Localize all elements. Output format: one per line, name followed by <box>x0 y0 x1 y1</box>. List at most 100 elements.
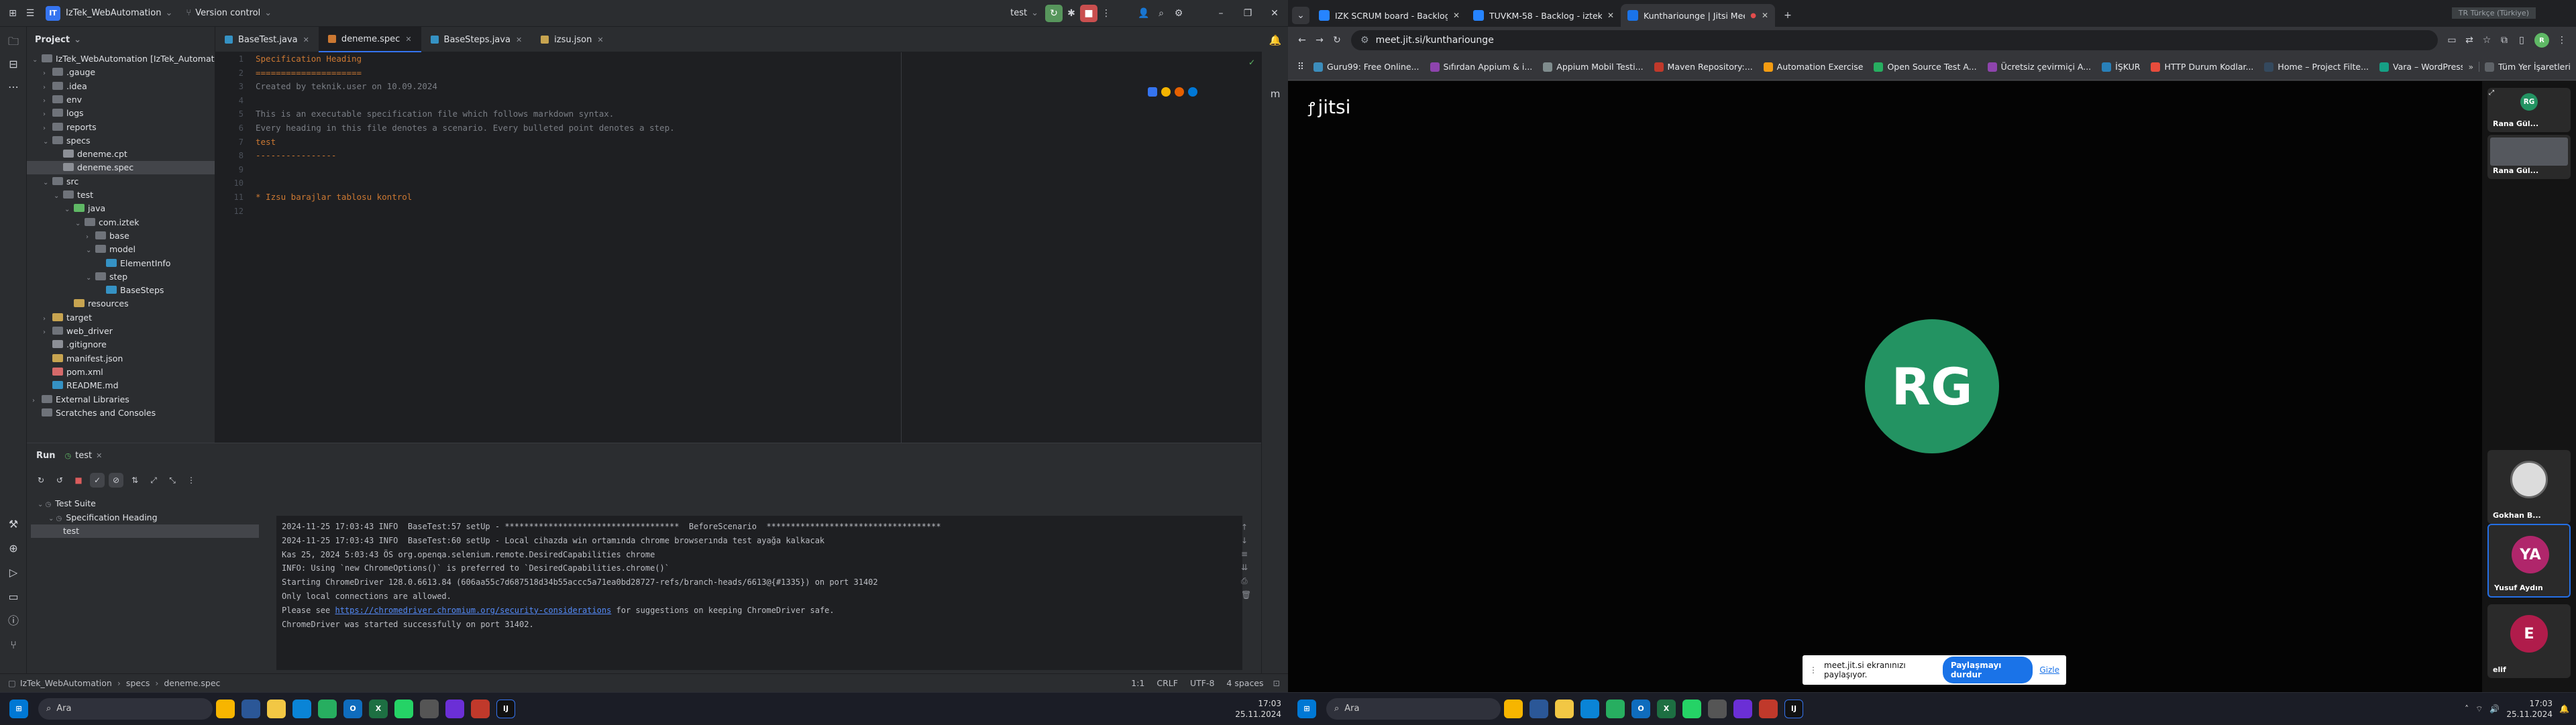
notifications-icon[interactable]: 🔔 <box>2559 704 2569 714</box>
tree-item[interactable]: ⌄ src <box>27 175 215 188</box>
participant-tile[interactable]: RG Rana Gül... <box>2487 88 2571 132</box>
bookmark-item[interactable]: Appium Mobil Testi... <box>1538 62 1648 72</box>
stop-sharing-button[interactable]: Paylaşmayı durdur <box>1942 657 2033 683</box>
close-icon[interactable]: ✕ <box>96 451 102 460</box>
start-windows-icon[interactable]: ⊞ <box>1297 699 1316 718</box>
forward-icon[interactable]: → <box>1311 32 1328 49</box>
run-tool-icon[interactable]: ▷ <box>5 565 21 581</box>
tree-item[interactable]: ElementInfo <box>27 257 215 270</box>
notepad-icon[interactable] <box>420 699 439 718</box>
console-output[interactable]: 2024-11-25 17:03:43 INFO BaseTest:57 set… <box>276 516 1242 670</box>
editor-tab[interactable]: izsu.json ✕ <box>531 27 612 52</box>
intellij-icon[interactable]: IJ <box>496 699 515 718</box>
app-icon[interactable] <box>471 699 490 718</box>
close-icon[interactable]: ✕ <box>303 36 309 44</box>
bookmark-item[interactable]: Home – Project Filte... <box>2259 62 2374 72</box>
tray-chevron-icon[interactable]: ˄ <box>2465 704 2469 714</box>
outlook-icon[interactable]: O <box>1631 699 1650 718</box>
tree-item[interactable]: ⌄ test <box>27 188 215 202</box>
tree-item[interactable]: deneme.spec <box>27 161 215 175</box>
tree-chevron-icon[interactable]: ⌄ <box>75 217 85 231</box>
store-icon[interactable] <box>1580 699 1599 718</box>
rerun-icon[interactable]: ↻ <box>1045 4 1063 22</box>
participant-tile[interactable]: YA Yusuf Aydın <box>2487 524 2571 598</box>
add-user-icon[interactable]: 👤 <box>1135 5 1152 22</box>
tree-chevron-icon[interactable]: › <box>86 231 95 244</box>
all-bookmarks[interactable]: Tüm Yer İşaretleri <box>2479 62 2576 72</box>
hide-share-bar-link[interactable]: Gizle <box>2039 665 2059 675</box>
git-icon[interactable]: ⑂ <box>5 637 21 653</box>
bookmark-item[interactable]: Maven Repository:... <box>1649 62 1758 72</box>
jitsi-logo[interactable]: ꝭ jitsi <box>1308 96 1350 118</box>
rerun-failed-icon[interactable]: ↺ <box>52 473 67 488</box>
url-field[interactable]: ⚙ meet.jit.si/kunthariounge <box>1351 30 2438 50</box>
firefox-icon[interactable] <box>1175 87 1184 97</box>
test-tree-item[interactable]: ⌄ ◷ Specification Heading <box>31 511 259 524</box>
line-separator[interactable]: CRLF <box>1157 678 1178 688</box>
debug-icon[interactable]: ✱ <box>1063 5 1080 22</box>
stop-icon[interactable]: ■ <box>71 473 86 488</box>
tree-chevron-icon[interactable]: › <box>43 326 52 339</box>
app-icon[interactable] <box>1733 699 1752 718</box>
trash-icon[interactable]: 🗑 <box>1241 590 1251 600</box>
more-tools-icon[interactable]: ⋯ <box>5 79 21 95</box>
tree-item[interactable]: manifest.json <box>27 352 215 366</box>
tree-item[interactable]: › .idea <box>27 80 215 93</box>
browser-tab[interactable]: Kunthariounge | Jitsi Meet ● ✕ <box>1621 4 1775 27</box>
tree-chevron-icon[interactable]: › <box>43 108 52 121</box>
more-icon[interactable]: ⋮ <box>184 473 199 488</box>
excel-icon[interactable]: X <box>1657 699 1676 718</box>
profile-avatar[interactable]: R <box>2534 33 2549 48</box>
bookmark-item[interactable]: Ücretsiz çevirmiçi A... <box>1982 62 2097 72</box>
weather-icon[interactable] <box>216 699 235 718</box>
network-icon[interactable]: ⌔ <box>2475 704 2483 714</box>
run-config-selector[interactable]: test ⌄ <box>1004 3 1045 24</box>
intellij-icon[interactable]: IJ <box>1784 699 1803 718</box>
show-ignored-icon[interactable]: ⊘ <box>109 473 123 488</box>
project-switcher[interactable]: IT IzTek_WebAutomation ⌄ <box>39 3 179 24</box>
tree-item[interactable]: ⌄ specs <box>27 134 215 148</box>
app-icon[interactable] <box>1759 699 1778 718</box>
tree-item[interactable]: Scratches and Consoles <box>27 406 215 420</box>
tree-chevron-icon[interactable]: ⌄ <box>43 135 52 149</box>
bookmark-item[interactable]: İŞKUR <box>2096 62 2145 72</box>
bookmark-item[interactable]: Sıfırdan Appium & i... <box>1425 62 1538 72</box>
tree-item[interactable]: resources <box>27 297 215 311</box>
tree-item[interactable]: pom.xml <box>27 366 215 379</box>
participant-tile[interactable]: Gokhan B... <box>2487 450 2571 524</box>
task-view-icon[interactable] <box>241 699 260 718</box>
outlook-icon[interactable]: O <box>343 699 362 718</box>
close-icon[interactable]: ✕ <box>1453 11 1460 20</box>
tree-item[interactable]: › base <box>27 229 215 243</box>
vcs-menu[interactable]: ⑂ Version control ⌄ <box>179 3 278 24</box>
weather-icon[interactable] <box>1504 699 1523 718</box>
tree-item[interactable]: .gitignore <box>27 338 215 351</box>
file-explorer-icon[interactable] <box>1555 699 1574 718</box>
tree-item[interactable]: ⌄ IzTek_WebAutomation [IzTek_Automation] <box>27 52 230 66</box>
indent-setting[interactable]: 4 spaces <box>1226 678 1263 688</box>
apps-grid-icon[interactable]: ⠿ <box>1293 58 1308 76</box>
back-icon[interactable]: ← <box>1293 32 1311 49</box>
notepad-icon[interactable] <box>1708 699 1727 718</box>
rerun-icon[interactable]: ↻ <box>34 473 48 488</box>
test-tree-item[interactable]: ⌄ ◷ Test Suite <box>31 497 259 510</box>
store-icon[interactable] <box>292 699 311 718</box>
tree-item[interactable]: › target <box>27 311 215 325</box>
collapse-icon[interactable]: ⤡ <box>165 473 180 488</box>
volume-icon[interactable]: 🔊 <box>2489 704 2500 714</box>
code-view[interactable]: Specification Heading ===================… <box>256 52 926 443</box>
editor-tab[interactable]: deneme.spec ✕ <box>318 27 421 52</box>
run-config-tab[interactable]: ◷ test ✕ <box>65 451 103 461</box>
tree-item[interactable]: README.md <box>27 379 215 392</box>
site-info-icon[interactable]: ⚙ <box>1360 35 1369 46</box>
tree-item[interactable]: › .gauge <box>27 66 215 79</box>
translate-icon[interactable]: ⇄ <box>2461 32 2478 49</box>
start-windows-icon[interactable]: ⊞ <box>9 699 28 718</box>
browser-tab[interactable]: IZK SCRUM board - Backlog - I ✕ <box>1312 4 1466 27</box>
expand-icon[interactable]: ⤢ <box>146 473 161 488</box>
tree-item[interactable]: deneme.cpt <box>27 148 215 161</box>
scroll-up-icon[interactable]: ↑ <box>1241 522 1251 532</box>
tree-chevron-icon[interactable]: › <box>43 81 52 95</box>
print-icon[interactable]: ⎙ <box>1241 576 1251 586</box>
new-tab-icon[interactable]: + <box>1779 7 1796 24</box>
